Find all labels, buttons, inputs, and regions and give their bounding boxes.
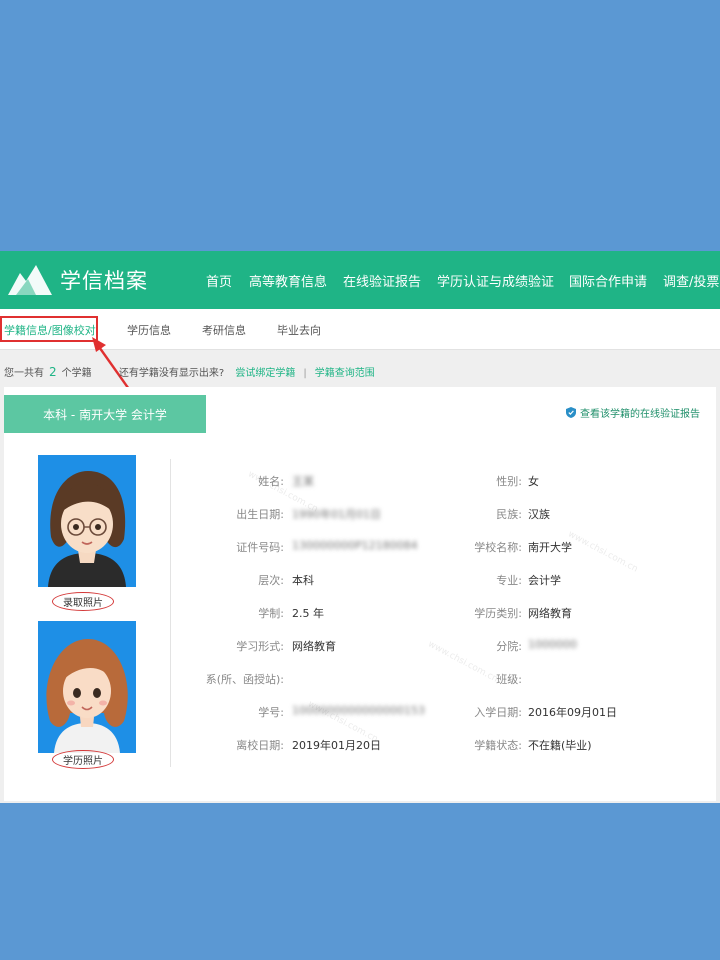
field-label: 学制: [258,607,284,620]
highlight-box [0,316,98,342]
field-label: 学校名称: [474,541,522,554]
record-count-line: 您一共有 2 个学籍 还有学籍没有显示出来? 尝试绑定学籍 | 学籍查询范围 [4,365,375,379]
admission-photo [38,455,136,587]
record-card: www.chsi.com.cn www.chsi.com.cn www.chsi… [4,387,716,801]
field-value: 本科 [292,574,314,587]
field-value: 130000000P12180084 [292,539,418,552]
field-label: 班级: [496,673,522,686]
brand-title: 学信档案 [60,269,148,293]
field-value: 1000000 [528,638,577,651]
field-label: 性别: [496,475,522,488]
field-label: 学号: [258,706,284,719]
divider [170,459,171,767]
nav-home[interactable]: 首页 [206,271,232,290]
field-label: 学习形式: [236,640,284,653]
watermark: www.chsi.com.cn [566,529,640,575]
field-value: 会计学 [528,574,561,587]
admission-photo-caption: 录取照片 [52,592,114,611]
bind-record-link[interactable]: 尝试绑定学籍 [235,368,295,379]
field-value: 2019年01月20日 [292,739,381,752]
nav-online-report[interactable]: 在线验证报告 [343,271,421,290]
field-label: 离校日期: [236,739,284,752]
field-value: 1990年01月01日 [292,508,381,521]
app-frame: 学信档案 首页 高等教育信息 在线验证报告 学历认证与成绩验证 国际合作申请 调… [0,251,720,803]
field-value: 不在籍(毕业) [528,739,592,752]
field-value: 汉族 [528,508,550,521]
field-label: 入学日期: [474,706,522,719]
field-value: 1000000000000000153 [292,704,425,717]
record-count: 2 [49,365,57,379]
watermark: www.chsi.com.cn [426,639,500,685]
field-label: 学历类别: [474,607,522,620]
degree-photo-caption: 学历照片 [52,750,114,769]
field-label: 专业: [496,574,522,587]
field-label: 系(所、函授站): [205,673,284,686]
field-label: 层次: [258,574,284,587]
field-value: 王某 [292,475,314,488]
field-label: 民族: [496,508,522,521]
nav-survey[interactable]: 调查/投票 [663,271,719,290]
field-label: 出生日期: [236,508,284,521]
verify-report-link[interactable]: 查看该学籍的在线验证报告 [566,405,700,420]
field-value: 网络教育 [292,640,336,653]
field-value: 2016年09月01日 [528,706,617,719]
degree-photo [38,621,136,753]
nav-higher-education[interactable]: 高等教育信息 [249,271,327,290]
nav-certification[interactable]: 学历认证与成绩验证 [437,271,554,290]
field-label: 学籍状态: [474,739,522,752]
field-label: 姓名: [258,475,284,488]
field-value: 2.5 年 [292,607,324,620]
top-navbar: 学信档案 首页 高等教育信息 在线验证报告 学历认证与成绩验证 国际合作申请 调… [0,251,720,309]
query-scope-link[interactable]: 学籍查询范围 [315,368,375,379]
field-label: 证件号码: [236,541,284,554]
field-value: 网络教育 [528,607,572,620]
record-tab[interactable]: 本科 - 南开大学 会计学 [4,395,206,433]
field-label: 分院: [496,640,522,653]
field-value: 女 [528,475,539,488]
field-value: 南开大学 [528,541,572,554]
shield-icon [566,407,576,418]
tab-exam-info[interactable]: 考研信息 [202,322,246,338]
logo-icon [8,265,52,295]
nav-international[interactable]: 国际合作申请 [569,271,647,290]
tab-graduation[interactable]: 毕业去向 [277,322,321,338]
